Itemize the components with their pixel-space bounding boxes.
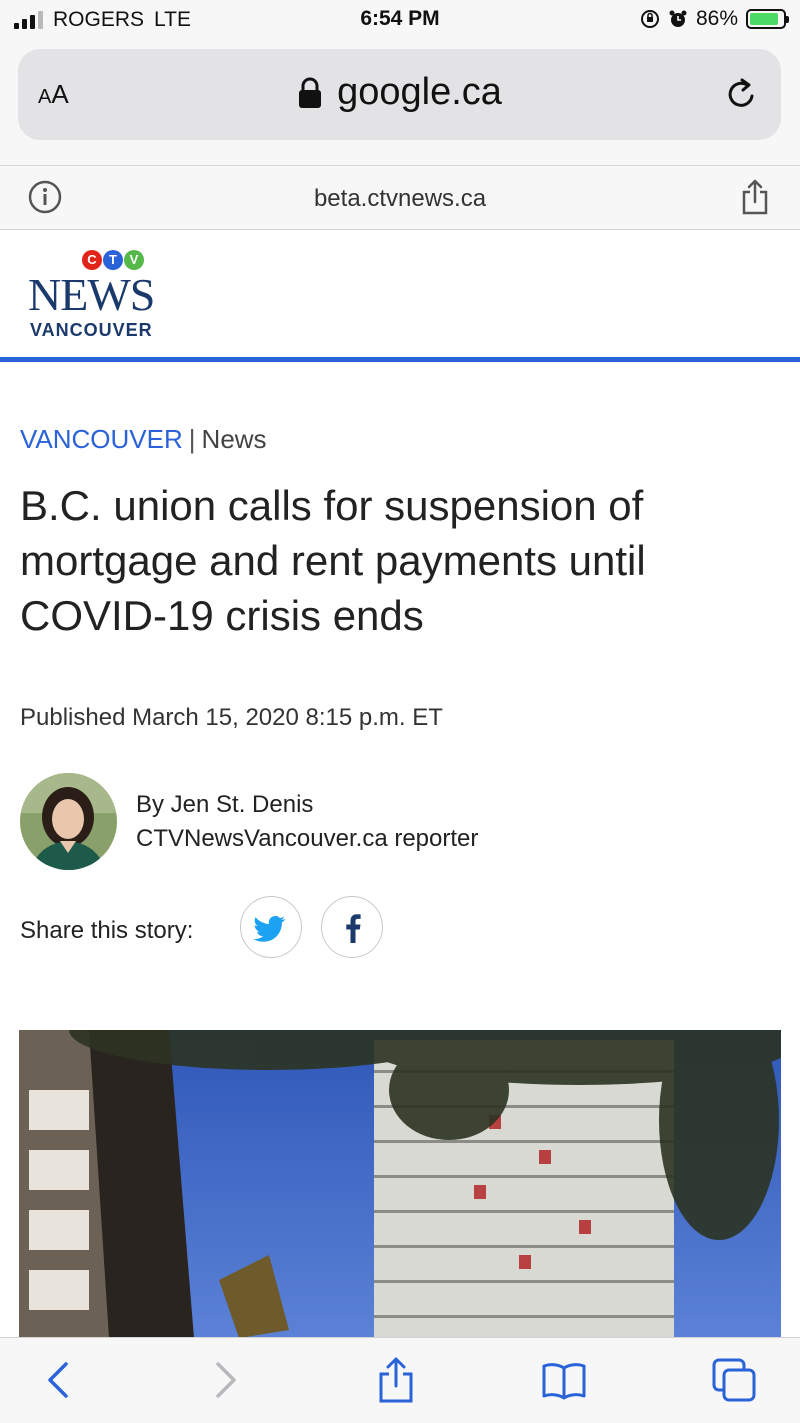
breadcrumb-section-link[interactable]: VANCOUVER (20, 424, 183, 454)
battery-percent: 86% (695, 7, 738, 30)
browser-address-area: AA google.ca (0, 40, 800, 166)
status-right: 86% (640, 7, 789, 31)
ctv-news-vancouver-logo[interactable]: C T V NEWS VANCOUVER (28, 250, 168, 342)
ctv-letter-c: C (82, 250, 102, 270)
orientation-lock-icon (640, 10, 659, 28)
bookmarks-icon[interactable] (540, 1356, 588, 1404)
back-icon[interactable] (36, 1356, 84, 1404)
page-domain: beta.ctvnews.ca (313, 185, 487, 212)
share-row: Share this story: (20, 896, 780, 958)
battery-icon (746, 9, 789, 29)
status-bar: ROGERS LTE 6:54 PM 86% (0, 0, 800, 40)
article-hero-image[interactable] (19, 1030, 781, 1338)
twitter-share-button[interactable] (240, 896, 302, 958)
alarm-icon (669, 10, 687, 27)
url-display[interactable]: google.ca (18, 71, 781, 114)
share-label: Share this story: (20, 917, 194, 944)
battery-fill (750, 13, 778, 25)
reload-icon[interactable] (725, 77, 759, 111)
url-text: google.ca (337, 71, 502, 113)
battery-tip (786, 16, 789, 23)
twitter-icon (253, 916, 286, 942)
forward-icon[interactable] (200, 1356, 248, 1404)
page-info-bar: beta.ctvnews.ca (0, 166, 800, 230)
breadcrumb-separator: | (188, 424, 196, 454)
share-icon[interactable] (372, 1356, 420, 1404)
author-avatar[interactable] (20, 773, 117, 870)
breadcrumb: VANCOUVER | News (20, 424, 267, 455)
article-headline: B.C. union calls for suspension of mortg… (20, 482, 646, 639)
logo-city-text: VANCOUVER (30, 320, 153, 340)
hero-photo (19, 1030, 781, 1338)
site-header: C T V NEWS VANCOUVER (0, 230, 800, 362)
lock-icon (299, 77, 322, 108)
author-block: By Jen St. Denis CTVNewsVancouver.ca rep… (20, 773, 780, 871)
facebook-share-button[interactable] (321, 896, 383, 958)
author-name[interactable]: By Jen St. Denis (136, 791, 313, 819)
facebook-icon (346, 914, 361, 943)
share-icon[interactable] (740, 178, 770, 216)
logo-news-text: NEWS (28, 269, 155, 320)
browser-toolbar (0, 1337, 800, 1423)
published-date: Published March 15, 2020 8:15 p.m. ET (20, 704, 443, 731)
address-bar[interactable]: AA google.ca (18, 49, 781, 140)
ctv-letter-t: T (103, 250, 123, 270)
breadcrumb-category[interactable]: News (202, 424, 267, 454)
tabs-icon[interactable] (710, 1356, 758, 1404)
ctv-letter-v: V (124, 250, 144, 270)
ctv-logo-mark: C T V (82, 250, 144, 270)
author-photo (20, 773, 117, 870)
author-role: CTVNewsVancouver.ca reporter (136, 825, 479, 852)
